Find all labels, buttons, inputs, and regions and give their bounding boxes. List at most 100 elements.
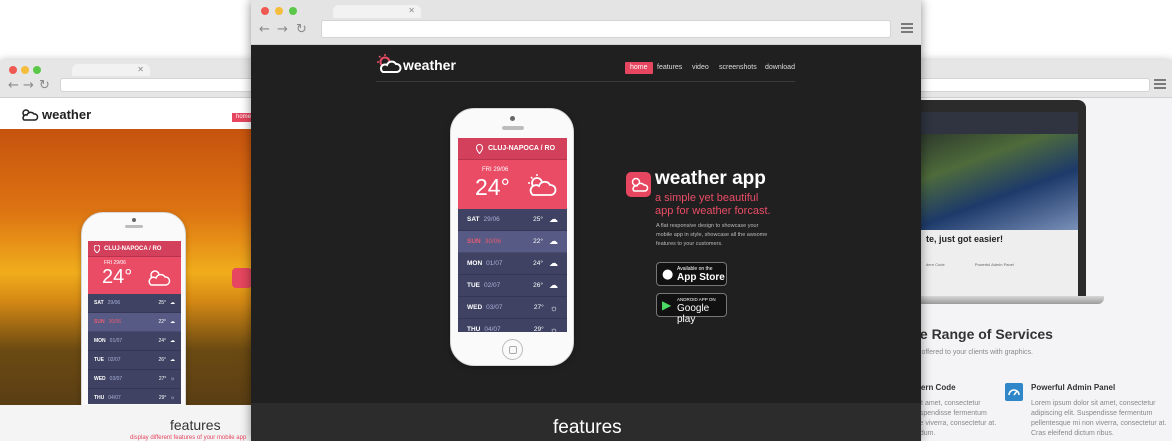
nav-features[interactable]: features <box>657 62 682 74</box>
main-location-pin-icon <box>476 143 483 154</box>
sun-icon: ☼ <box>549 324 558 333</box>
feature-modern-code-text-2: uspendisse fermentum <box>916 410 987 417</box>
app-desc-2: mobile app in style, showcase all the aw… <box>656 232 768 238</box>
main-menu-icon[interactable] <box>901 23 913 35</box>
cloud-icon: ☁ <box>170 357 175 363</box>
main-forward-icon[interactable]: → <box>277 23 288 37</box>
main-phone-camera <box>510 116 515 121</box>
feature-modern-code-text-3: ve viverra, consectetur at. <box>916 420 997 427</box>
left-minimize-dot[interactable] <box>21 66 29 74</box>
left-brand-name[interactable]: weather <box>42 107 91 122</box>
left-forecast-row[interactable]: THU 04/07 29° ☼ <box>88 389 181 404</box>
left-forecast-row[interactable]: MON 01/07 24° ☁ <box>88 332 181 351</box>
cloud-icon: ☁ <box>170 300 175 306</box>
left-forecast-row[interactable]: SAT 29/06 25° ☁ <box>88 294 181 313</box>
left-browser-tab[interactable]: ✕ <box>72 64 150 76</box>
cloud-icon: ☁ <box>549 214 558 224</box>
sun-icon: ☼ <box>549 302 558 313</box>
main-forecast-temp: 26° <box>533 282 543 289</box>
feature-admin-text-3: pellentesque mi non viverra, consectetur… <box>1031 420 1167 427</box>
main-current-weather-icon <box>528 174 557 196</box>
main-browser-chrome: ✕ ← → ↻ <box>251 0 921 45</box>
main-brand-name[interactable]: weather <box>403 57 456 73</box>
feature-admin-text-4: Cras eleifend dictum ribus. <box>1031 430 1114 437</box>
main-forecast-row[interactable]: WED 03/07 27° ☼ <box>458 297 567 319</box>
main-forecast-day: WED <box>467 304 483 311</box>
main-forecast-row[interactable]: SUN 30/06 22° ☁ <box>458 231 567 253</box>
main-close-dot[interactable] <box>261 7 269 15</box>
left-forecast-day: SUN <box>94 319 105 325</box>
left-forecast-row[interactable]: TUE 02/07 26° ☁ <box>88 351 181 370</box>
left-forecast-row[interactable]: WED 03/07 27° ☼ <box>88 370 181 389</box>
right-browser-window: te, just got easier! dern Code Powerful … <box>900 60 1172 441</box>
main-reload-icon[interactable]: ↻ <box>296 23 307 37</box>
app-icon-glyph <box>631 177 649 192</box>
left-phone-screen: CLUJ-NAPOCA / RO FRI 29/06 24° SAT 29/06 2… <box>88 241 181 404</box>
left-back-icon[interactable]: ← <box>8 79 19 93</box>
app-store-button[interactable]: ● Available on the App Store <box>656 262 727 286</box>
left-forecast-row[interactable]: SUN 30/06 22° ☁ <box>88 313 181 332</box>
cloud-icon: ☁ <box>549 258 558 268</box>
right-menu-icon[interactable] <box>1154 79 1166 91</box>
main-forecast-day: SUN <box>467 238 481 245</box>
left-app-icon <box>232 268 252 288</box>
google-play-button[interactable]: ▶ ANDROID APP ON Google play <box>656 293 727 325</box>
main-forecast-day: SAT <box>467 216 480 223</box>
left-close-dot[interactable] <box>9 66 17 74</box>
left-browser-window: ✕ ← → ↻ weather home CLUJ-NAPOCA / RO FR… <box>0 60 262 441</box>
main-back-icon[interactable]: ← <box>259 23 270 37</box>
feature-admin-text-2: adipiscing elit. Suspendisse fermentum <box>1031 410 1153 417</box>
main-brand-icon[interactable] <box>376 54 402 74</box>
left-features-title: features <box>170 417 221 433</box>
left-forecast-day: TUE <box>94 357 104 363</box>
main-url-bar[interactable] <box>321 20 891 38</box>
main-browser-tab[interactable]: ✕ <box>333 5 421 18</box>
google-play-small-text: ANDROID APP ON <box>677 297 716 302</box>
laptop-site-hero-image <box>920 134 1078 230</box>
main-forecast-row[interactable]: MON 01/07 24° ☁ <box>458 253 567 275</box>
main-forecast-row[interactable]: SAT 29/06 25° ☁ <box>458 209 567 231</box>
left-forecast-temp: 29° <box>158 395 167 401</box>
main-forecast-row[interactable]: TUE 02/07 26° ☁ <box>458 275 567 297</box>
services-subtitle: s offered to your clients with graphics. <box>916 349 1033 356</box>
google-play-icon: ▶ <box>662 298 672 312</box>
laptop-mockup: te, just got easier! dern Code Powerful … <box>912 100 1086 300</box>
left-forecast-day: WED <box>94 376 106 382</box>
main-forecast-date: 30/06 <box>484 238 502 245</box>
nav-home[interactable]: home <box>625 62 653 74</box>
left-forecast-temp: 25° <box>158 300 166 306</box>
laptop-site-nav <box>920 112 1078 134</box>
nav-download[interactable]: download <box>765 62 795 74</box>
cloud-icon: ☁ <box>170 338 175 344</box>
admin-panel-icon <box>1005 383 1023 401</box>
nav-screenshots[interactable]: screenshots <box>719 62 757 74</box>
left-forecast-date: 04/07 <box>108 395 121 401</box>
left-url-bar[interactable] <box>60 78 260 92</box>
app-title: weather app <box>655 168 766 189</box>
app-desc-3: features to your customers. <box>656 241 723 247</box>
main-forecast-temp: 27° <box>533 304 544 311</box>
left-reload-icon[interactable]: ↻ <box>39 79 50 93</box>
cloud-icon: ☁ <box>549 236 558 246</box>
main-forecast-row[interactable]: THU 04/07 29° ☼ <box>458 319 567 333</box>
left-forecast-temp: 22° <box>158 319 166 325</box>
main-forecast-day: TUE <box>467 282 480 289</box>
left-site-header: weather home <box>0 98 262 129</box>
main-forecast-day: THU <box>467 326 481 332</box>
left-maximize-dot[interactable] <box>33 66 41 74</box>
left-forecast-temp: 24° <box>158 338 166 344</box>
main-browser-window: ✕ ← → ↻ weather home features video scre… <box>251 0 921 441</box>
left-features-section: features display different features of y… <box>0 405 262 441</box>
right-url-bar[interactable] <box>900 78 1150 92</box>
main-forecast-temp: 24° <box>533 260 543 267</box>
main-maximize-dot[interactable] <box>289 7 297 15</box>
laptop-feat-label-2: Powerful Admin Panel <box>974 262 1014 267</box>
laptop-site-headline: te, just got easier! <box>926 234 1004 244</box>
main-phone-home-button[interactable] <box>502 339 523 360</box>
nav-video[interactable]: video <box>692 62 709 74</box>
left-phone-mockup: CLUJ-NAPOCA / RO FRI 29/06 24° SAT 29/06 2… <box>81 212 186 432</box>
header-divider <box>376 81 795 82</box>
left-forward-icon[interactable]: → <box>23 79 34 93</box>
feature-admin-text-1: Lorem ipsum dolor sit amet, consectetur <box>1031 400 1156 407</box>
main-minimize-dot[interactable] <box>275 7 283 15</box>
